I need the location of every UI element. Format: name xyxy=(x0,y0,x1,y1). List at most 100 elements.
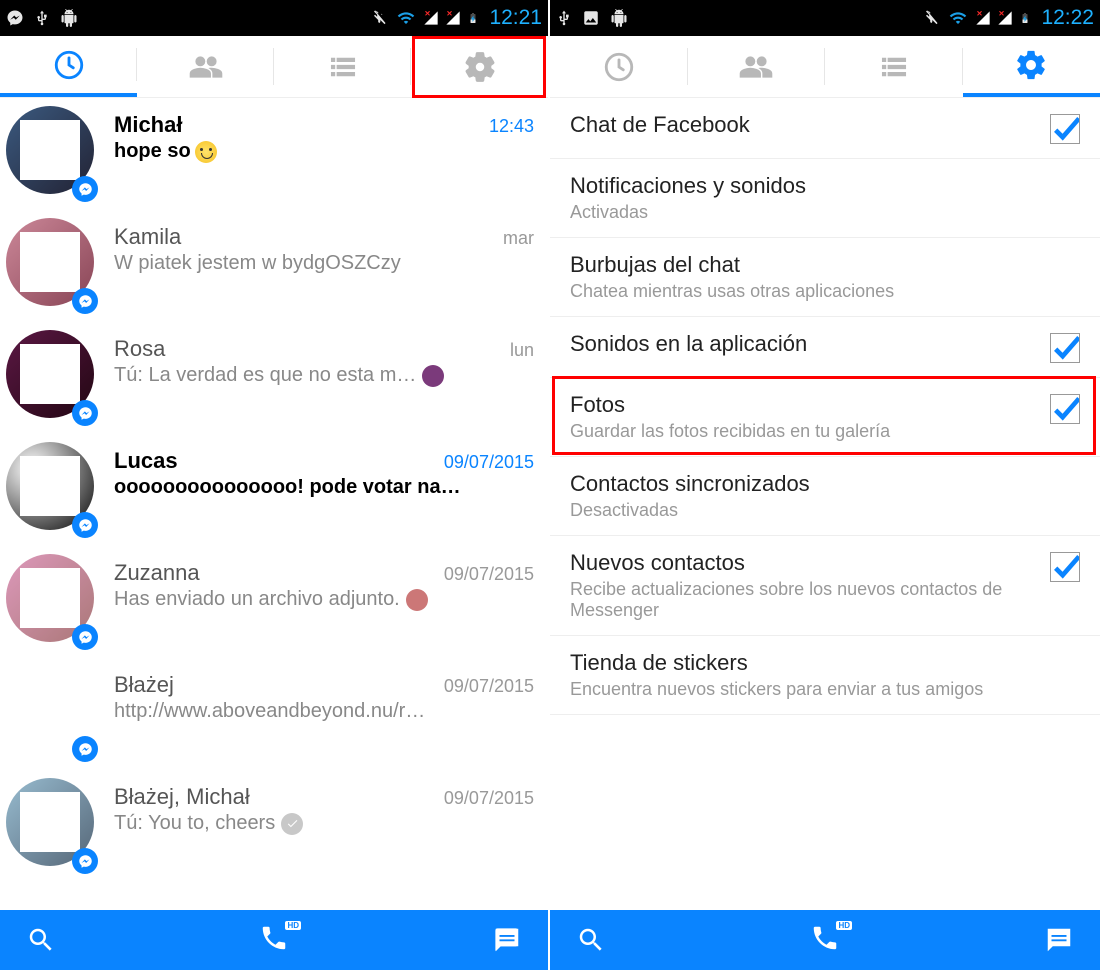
settings-row[interactable]: Burbujas del chat Chatea mientras usas o… xyxy=(550,238,1100,317)
messenger-badge-icon xyxy=(72,400,98,426)
usb-icon xyxy=(34,9,50,27)
chat-name: Błażej, Michał xyxy=(114,784,250,810)
chat-time: 12:43 xyxy=(489,116,534,137)
messenger-badge-icon xyxy=(72,624,98,650)
list-icon xyxy=(877,50,911,84)
chat-name: Kamila xyxy=(114,224,181,250)
chat-preview: W piatek jestem w bydgOSZCzy xyxy=(114,252,494,275)
svg-text:✕: ✕ xyxy=(977,9,983,18)
svg-text:✕: ✕ xyxy=(999,9,1005,18)
list-icon xyxy=(326,50,360,84)
signal-icon-2: ✕ xyxy=(445,9,461,27)
settings-row[interactable]: Chat de Facebook xyxy=(550,98,1100,159)
chat-preview: Tú: La verdad es que no esta m… xyxy=(114,364,494,387)
tab-groups[interactable] xyxy=(688,36,826,97)
signal-icon: ✕ xyxy=(423,9,439,27)
bottom-bar: HD xyxy=(0,910,548,970)
messenger-icon xyxy=(6,9,24,27)
settings-title: Contactos sincronizados xyxy=(570,471,1070,497)
svg-text:✕: ✕ xyxy=(447,9,453,18)
chat-time: lun xyxy=(510,340,534,361)
status-bar: ✕ ✕ 12:21 xyxy=(0,0,548,36)
groups-icon xyxy=(189,50,223,84)
messenger-badge-icon xyxy=(72,736,98,762)
chat-preview: hope so xyxy=(114,140,494,163)
checkbox[interactable] xyxy=(1050,552,1080,582)
tab-list[interactable] xyxy=(274,36,411,97)
call-button[interactable]: HD xyxy=(810,923,840,958)
clock-icon xyxy=(52,48,86,82)
settings-row[interactable]: Sonidos en la aplicación xyxy=(550,317,1100,378)
smile-emoji xyxy=(195,141,217,163)
avatar[interactable] xyxy=(6,218,102,314)
picture-icon xyxy=(582,9,600,27)
signal-icon-2: ✕ xyxy=(997,9,1013,27)
search-icon[interactable] xyxy=(576,925,606,955)
svg-text:✕: ✕ xyxy=(425,9,431,18)
status-clock: 12:22 xyxy=(1041,6,1094,30)
settings-subtitle: Encuentra nuevos stickers para enviar a … xyxy=(570,679,1070,700)
messenger-badge-icon xyxy=(72,288,98,314)
left-screen: ✕ ✕ 12:21 xyxy=(0,0,550,970)
bottom-bar: HD xyxy=(550,910,1100,970)
usb-icon xyxy=(556,9,572,27)
android-icon xyxy=(60,9,78,27)
avatar[interactable] xyxy=(6,106,102,202)
android-icon xyxy=(610,9,628,27)
groups-icon xyxy=(739,50,773,84)
chat-row[interactable]: Błażej, Michał 09/07/2015 Tú: You to, ch… xyxy=(0,770,548,882)
chat-time: 09/07/2015 xyxy=(444,564,534,585)
tab-settings[interactable] xyxy=(963,36,1100,97)
chat-row[interactable]: Kamila mar W piatek jestem w bydgOSZCzy xyxy=(0,210,548,322)
compose-icon[interactable] xyxy=(492,925,522,955)
chat-row[interactable]: Zuzanna 09/07/2015 Has enviado un archiv… xyxy=(0,546,548,658)
settings-title: Nuevos contactos xyxy=(570,550,1040,576)
settings-row[interactable]: Contactos sincronizados Desactivadas xyxy=(550,457,1100,536)
compose-icon[interactable] xyxy=(1044,925,1074,955)
right-screen: ✕ ✕ 12:22 Chat d xyxy=(550,0,1100,970)
settings-subtitle: Chatea mientras usas otras aplicaciones xyxy=(570,281,1070,302)
avatar[interactable] xyxy=(6,442,102,538)
settings-row[interactable]: Tienda de stickers Encuentra nuevos stic… xyxy=(550,636,1100,715)
tab-recent[interactable] xyxy=(550,36,688,97)
delivered-icon xyxy=(281,813,303,835)
chat-row[interactable]: Błażej 09/07/2015 http://www.aboveandbey… xyxy=(0,658,548,770)
tab-settings[interactable] xyxy=(411,36,548,97)
tab-groups[interactable] xyxy=(137,36,274,97)
settings-title: Tienda de stickers xyxy=(570,650,1070,676)
avatar[interactable] xyxy=(6,554,102,650)
messenger-badge-icon xyxy=(72,176,98,202)
chat-preview: Has enviado un archivo adjunto. xyxy=(114,588,494,611)
call-button[interactable]: HD xyxy=(259,923,289,958)
mute-icon xyxy=(371,9,389,27)
tab-list[interactable] xyxy=(825,36,963,97)
avatar[interactable] xyxy=(6,330,102,426)
battery-icon xyxy=(1019,9,1031,27)
tab-recent[interactable] xyxy=(0,36,137,97)
chat-row[interactable]: Michał 12:43 hope so xyxy=(0,98,548,210)
checkbox[interactable] xyxy=(1050,394,1080,424)
messenger-badge-icon xyxy=(72,512,98,538)
avatar[interactable] xyxy=(6,666,102,762)
settings-row[interactable]: Fotos Guardar las fotos recibidas en tu … xyxy=(550,378,1100,457)
settings-subtitle: Guardar las fotos recibidas en tu galerí… xyxy=(570,421,1040,442)
signal-icon: ✕ xyxy=(975,9,991,27)
gear-icon xyxy=(1014,48,1048,82)
search-icon[interactable] xyxy=(26,925,56,955)
chat-time: 09/07/2015 xyxy=(444,452,534,473)
checkbox[interactable] xyxy=(1050,333,1080,363)
settings-title: Notificaciones y sonidos xyxy=(570,173,1070,199)
settings-row[interactable]: Notificaciones y sonidos Activadas xyxy=(550,159,1100,238)
chat-name: Zuzanna xyxy=(114,560,200,586)
chat-row[interactable]: Lucas 09/07/2015 ooooooooooooooo! pode v… xyxy=(0,434,548,546)
clock-icon xyxy=(602,50,636,84)
chat-row[interactable]: Rosa lun Tú: La verdad es que no esta m… xyxy=(0,322,548,434)
checkbox[interactable] xyxy=(1050,114,1080,144)
chat-list: Michał 12:43 hope so Kamila mar W piatek… xyxy=(0,98,548,910)
settings-row[interactable]: Nuevos contactos Recibe actualizaciones … xyxy=(550,536,1100,636)
battery-icon xyxy=(467,9,479,27)
avatar[interactable] xyxy=(6,778,102,874)
top-tabs xyxy=(550,36,1100,98)
chat-preview: Tú: You to, cheers xyxy=(114,812,494,835)
chat-name: Rosa xyxy=(114,336,165,362)
